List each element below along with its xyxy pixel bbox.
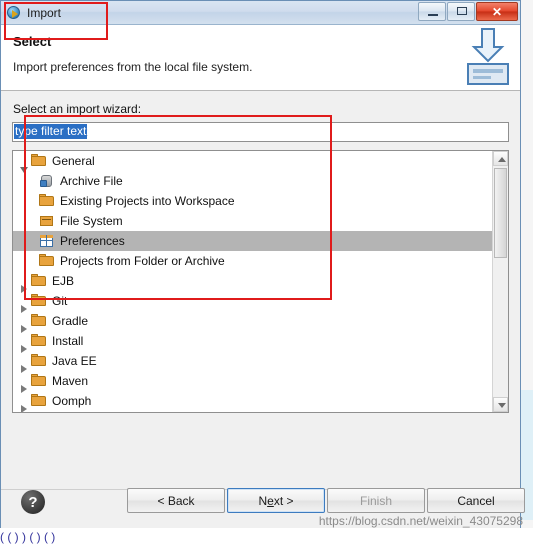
- dialog-titlebar[interactable]: Import ✕: [1, 1, 520, 25]
- import-wizard-tree[interactable]: General Archive File Existing Projects i…: [12, 150, 509, 413]
- tree-vertical-scrollbar[interactable]: [492, 151, 508, 412]
- tree-item-label: Install: [52, 334, 84, 348]
- folder-icon: [31, 374, 47, 388]
- tree-item-java-ee[interactable]: Java EE: [13, 351, 493, 373]
- folder-icon: [39, 254, 55, 268]
- wizard-button-row: < Back Ne xt > Finish Cancel: [127, 488, 525, 513]
- help-button[interactable]: ?: [21, 490, 45, 514]
- scrollbar-thumb[interactable]: [494, 168, 507, 258]
- scroll-up-button[interactable]: [493, 151, 508, 166]
- folder-icon: [31, 394, 47, 408]
- dialog-body: Select an import wizard: type filter tex…: [1, 91, 520, 489]
- tree-item-label: Oomph: [52, 394, 92, 408]
- tree-item-label: Archive File: [60, 174, 123, 188]
- next-button-label-mnemonic: e: [267, 493, 274, 508]
- close-icon: ✕: [491, 4, 503, 19]
- bottom-overlay-text: ( ( ) ) ( ) ( ): [0, 528, 533, 550]
- tree-item-git[interactable]: Git: [13, 291, 493, 313]
- tree-item-label: Existing Projects into Workspace: [60, 194, 235, 208]
- tree-item-install[interactable]: Install: [13, 331, 493, 353]
- watermark-text: https://blog.csdn.net/weixin_43075298: [318, 514, 523, 528]
- import-wizard-banner-icon: [442, 27, 512, 89]
- tree-rows: General Archive File Existing Projects i…: [13, 151, 493, 412]
- caret-up-icon: [498, 157, 506, 162]
- tree-item-label: Projects from Folder or Archive: [60, 254, 225, 268]
- import-dialog: Import ✕ Select Import preferences from …: [0, 0, 525, 533]
- page-description: Import preferences from the local file s…: [13, 60, 253, 74]
- tree-item-oomph[interactable]: Oomph: [13, 391, 493, 412]
- next-button-label-pre: N: [258, 493, 268, 508]
- maximize-button[interactable]: [447, 2, 475, 21]
- wizard-select-label: Select an import wizard:: [13, 102, 142, 116]
- tree-item-archive-file[interactable]: Archive File: [13, 171, 493, 191]
- folder-icon: [31, 294, 47, 308]
- folder-icon: [31, 314, 47, 328]
- dialog-header: Select Import preferences from the local…: [1, 25, 520, 91]
- tree-item-label: Java EE: [52, 354, 97, 368]
- folder-icon: [31, 354, 47, 368]
- close-button[interactable]: ✕: [476, 2, 518, 21]
- dialog-title: Import: [27, 5, 62, 20]
- tree-item-label: EJB: [52, 274, 75, 288]
- next-button-label-post: xt >: [273, 493, 294, 508]
- bottom-overlay-label: ( ( ) ) ( ) ( ): [0, 530, 56, 544]
- tree-item-label: General: [52, 154, 95, 168]
- back-button[interactable]: < Back: [127, 488, 225, 513]
- tree-item-label: Preferences: [60, 234, 125, 248]
- page-title: Select: [13, 34, 52, 49]
- tree-item-existing-projects[interactable]: Existing Projects into Workspace: [13, 191, 493, 211]
- minimize-icon: [428, 14, 438, 16]
- tree-item-label: File System: [60, 214, 123, 228]
- tree-item-general[interactable]: General: [13, 151, 493, 173]
- maximize-icon: [457, 7, 467, 15]
- caret-down-icon: [498, 403, 506, 408]
- filter-field-wrapper: type filter text: [12, 122, 509, 142]
- filter-input-selected-text: type filter text: [14, 124, 88, 139]
- window-controls: ✕: [418, 2, 518, 21]
- jar-icon: [39, 174, 55, 188]
- tree-item-maven[interactable]: Maven: [13, 371, 493, 393]
- tree-item-ejb[interactable]: EJB: [13, 271, 493, 293]
- tree-item-label: Git: [52, 294, 68, 308]
- tree-item-projects-from-folder[interactable]: Projects from Folder or Archive: [13, 251, 493, 271]
- preferences-icon: [39, 234, 55, 248]
- import-globe-arrow-icon: [7, 5, 22, 20]
- tree-item-file-system[interactable]: File System: [13, 211, 493, 231]
- cancel-button[interactable]: Cancel: [427, 488, 525, 513]
- finish-button[interactable]: Finish: [327, 488, 425, 513]
- file-system-icon: [39, 214, 55, 228]
- folder-icon: [39, 194, 55, 208]
- next-button[interactable]: Ne xt >: [227, 488, 325, 513]
- minimize-button[interactable]: [418, 2, 446, 21]
- folder-icon: [31, 334, 47, 348]
- tree-item-label: Maven: [52, 374, 89, 388]
- tree-item-gradle[interactable]: Gradle: [13, 311, 493, 333]
- tree-item-preferences[interactable]: Preferences: [13, 231, 493, 251]
- tree-item-label: Gradle: [52, 314, 89, 328]
- folder-icon: [31, 154, 47, 168]
- scroll-down-button[interactable]: [493, 397, 508, 412]
- folder-icon: [31, 274, 47, 288]
